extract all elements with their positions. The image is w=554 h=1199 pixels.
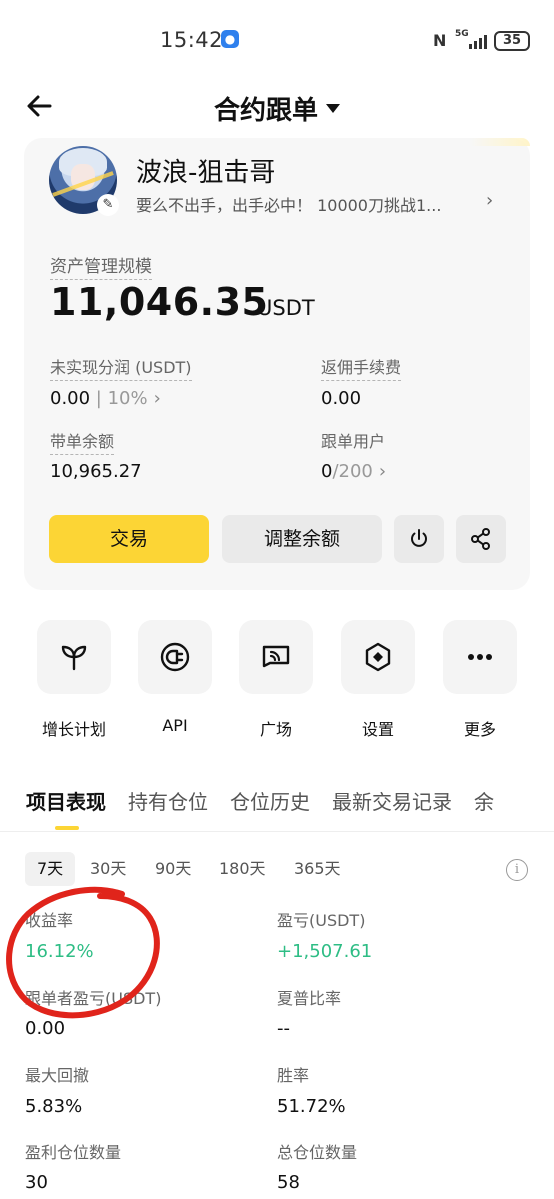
period-180d[interactable]: 180天 — [219, 852, 266, 886]
shortcut-label: 广场 — [259, 720, 292, 739]
period-90d[interactable]: 90天 — [155, 852, 191, 886]
trader-profile-card: ✎ 波浪-狙击哥 要么不出手，出手必中！ 10000刀挑战1... › 资产管理… — [24, 138, 530, 590]
follower-pnl-value: 0.00 — [25, 1018, 66, 1039]
notification-bulb-icon: ● — [221, 30, 239, 48]
unrealized-profit-share-label[interactable]: 未实现分润 (USDT) — [50, 354, 192, 381]
shortcut-label: 更多 — [463, 720, 496, 739]
signal-icon — [469, 33, 487, 49]
caret-down-icon — [326, 104, 340, 113]
total-positions-label: 总仓位数量 — [277, 1143, 358, 1162]
shortcut-label: API — [162, 716, 188, 735]
more-dots-icon — [468, 654, 492, 660]
tab-performance[interactable]: 项目表现 — [26, 786, 106, 815]
nfc-icon: N — [433, 31, 447, 50]
rebate-fee-value: 0.00 — [321, 388, 362, 409]
sharpe-label: 夏普比率 — [277, 989, 342, 1008]
section-tabs: 项目表现 持有仓位 仓位历史 最新交易记录余 — [26, 786, 554, 832]
aum-unit: USDT — [257, 296, 315, 320]
max-drawdown-label: 最大回撤 — [25, 1066, 90, 1085]
profit-share-percent: 10% — [107, 388, 148, 409]
tab-positions[interactable]: 持有仓位 — [128, 786, 208, 815]
aum-label[interactable]: 资产管理规模 — [50, 252, 152, 280]
adjust-balance-button[interactable]: 调整余额 — [222, 515, 382, 563]
max-drawdown-value: 5.83% — [25, 1096, 83, 1117]
shortcut-label: 增长计划 — [41, 720, 106, 739]
sharpe-value: -- — [277, 1018, 290, 1039]
tab-position-history[interactable]: 仓位历史 — [230, 786, 310, 815]
lead-balance-value: 10,965.27 — [50, 461, 142, 482]
followers-count[interactable]: 0/200 › — [321, 461, 386, 482]
network-type: 5G — [455, 29, 469, 39]
power-icon — [411, 529, 427, 547]
lead-balance-label[interactable]: 带单余额 — [50, 428, 115, 455]
profit-positions-label: 盈利仓位数量 — [25, 1143, 122, 1162]
divider — [0, 831, 554, 832]
power-button[interactable] — [394, 515, 444, 563]
shortcut-settings[interactable]: 设置 — [340, 620, 416, 740]
info-icon[interactable]: i — [506, 859, 528, 881]
rebate-fee-label[interactable]: 返佣手续费 — [321, 354, 402, 381]
win-rate-label: 胜率 — [277, 1066, 310, 1085]
win-rate-value: 51.72% — [277, 1096, 346, 1117]
chevron-right-icon: › — [153, 388, 161, 409]
battery-icon: 35 — [494, 31, 530, 51]
share-button[interactable] — [456, 515, 506, 563]
chevron-right-icon: › — [378, 461, 387, 482]
status-bar: 15:42 ● N 5G 35 — [0, 0, 554, 80]
tab-latest-trades[interactable]: 最新交易记录 — [332, 786, 452, 815]
pnl-label: 盈亏(USDT) — [277, 911, 366, 930]
tab-more-truncated[interactable]: 余 — [474, 786, 494, 815]
trader-name: 波浪-狙击哥 — [136, 158, 276, 188]
period-7d[interactable]: 7天 — [25, 852, 76, 886]
card-accent — [470, 138, 530, 146]
sprout-icon — [61, 645, 87, 671]
unrealized-profit-share-value[interactable]: 0.00 | 10% › — [50, 388, 161, 409]
roi-label: 收益率 — [25, 911, 74, 930]
pnl-value: +1,507.61 — [277, 941, 373, 962]
follower-pnl-label: 跟单者盈亏(USDT) — [25, 989, 162, 1008]
aum-value: 11,046.35 — [50, 280, 269, 324]
edit-pencil-icon[interactable]: ✎ — [97, 194, 119, 216]
shortcut-more[interactable]: 更多 — [442, 620, 518, 740]
trader-bio[interactable]: 要么不出手，出手必中！ 10000刀挑战1... — [136, 192, 496, 216]
page-title-dropdown[interactable]: 合约跟单 — [0, 90, 554, 127]
share-icon — [471, 528, 490, 550]
shortcut-api[interactable]: API — [137, 620, 213, 735]
chevron-right-icon[interactable]: › — [486, 190, 493, 211]
profit-positions-value: 30 — [25, 1172, 48, 1193]
followers-label: 跟单用户 — [321, 432, 386, 451]
shortcut-square[interactable]: 广场 — [238, 620, 314, 740]
shortcut-label: 设置 — [361, 720, 394, 739]
api-plug-icon — [160, 642, 190, 672]
roi-value: 16.12% — [25, 941, 94, 962]
period-365d[interactable]: 365天 — [294, 852, 341, 886]
period-30d[interactable]: 30天 — [90, 852, 126, 886]
total-positions-value: 58 — [277, 1172, 300, 1193]
shortcut-growth-plan[interactable]: 增长计划 — [36, 620, 112, 740]
settings-diamond-icon — [365, 642, 391, 672]
broadcast-icon — [262, 645, 290, 668]
trade-button[interactable]: 交易 — [49, 515, 209, 563]
status-time: 15:42 — [160, 28, 224, 52]
active-tab-indicator — [55, 826, 79, 830]
page-title: 合约跟单 — [213, 96, 318, 126]
